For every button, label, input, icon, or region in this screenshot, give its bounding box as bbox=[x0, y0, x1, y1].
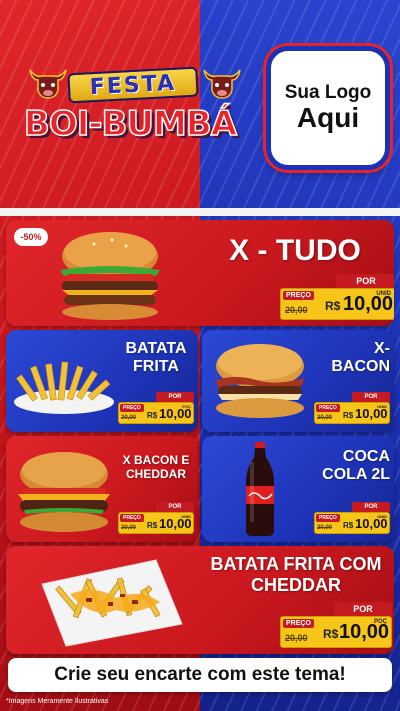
festa-banner: FESTA bbox=[67, 66, 199, 104]
festa-boi-bumba-logo: FESTA BOI-BUMBÁ bbox=[10, 60, 250, 160]
preco-label: PREÇO bbox=[120, 514, 144, 522]
product-name-line-1: BATATA bbox=[125, 340, 187, 357]
price-body: PREÇO 20,00 R$ 10,00 UNID bbox=[280, 288, 394, 320]
por-label: POR bbox=[156, 502, 194, 512]
price-unit: POÇ bbox=[373, 619, 387, 625]
por-label: POR bbox=[156, 392, 194, 402]
price-unit: UNID bbox=[377, 404, 387, 409]
por-label: POR bbox=[334, 602, 392, 616]
product-card-x-bacon-cheddar: X BACON E CHEDDAR POR PREÇO 20,00 R$ 10,… bbox=[6, 436, 198, 542]
logo-line-1: Sua Logo bbox=[284, 82, 372, 104]
price-unit: UNID bbox=[376, 291, 391, 297]
product-name-line-1: COCA bbox=[342, 448, 390, 465]
discount-badge: -50% bbox=[14, 228, 48, 246]
price-body: PREÇO 20,00 R$ 10,00 POÇ bbox=[280, 616, 392, 648]
price-unit: UNID bbox=[377, 514, 387, 519]
product-card-batata-frita: BATATA FRITA POR PREÇO 20,00 R$ 10,00 PO… bbox=[6, 330, 198, 432]
product-card-batata-cheddar: BATATA FRITA COM CHEDDAR POR PREÇO 20,00… bbox=[6, 546, 394, 654]
cta-banner[interactable]: Crie seu encarte com este tema! bbox=[8, 658, 392, 692]
burger-icon bbox=[18, 452, 110, 532]
price-body: PREÇO 20,00 R$ 10,00 UNID bbox=[314, 512, 390, 534]
old-price: 20,00 bbox=[121, 525, 137, 531]
product-name: X- BACON bbox=[314, 340, 390, 377]
price-tag: POR PREÇO 20,00 R$ 10,00 UNID bbox=[314, 502, 390, 534]
price-tag: POR PREÇO 20,00 R$ 10,00 POÇ bbox=[280, 602, 392, 648]
old-price: 20,00 bbox=[121, 415, 137, 421]
product-name-line-2: FRITA bbox=[133, 358, 179, 376]
price-body: PREÇO 20,00 R$ 10,00 POÇ bbox=[118, 402, 194, 424]
product-name-line-2: CHEDDAR bbox=[251, 574, 341, 595]
price-tag: POR PREÇO 20,00 R$ 10,00 POÇ bbox=[118, 392, 194, 424]
footnote: *Imagens Meramente Ilustrativas bbox=[6, 698, 109, 705]
product-name-line-2: BACON bbox=[331, 358, 390, 376]
preco-label: PREÇO bbox=[120, 404, 144, 412]
price-tag: POR PREÇO 20,00 R$ 10,00 UNID bbox=[280, 274, 394, 320]
bull-icon bbox=[29, 69, 67, 99]
product-name: X BACON E CHEDDAR bbox=[116, 453, 196, 482]
product-name: BATATA FRITA COM CHEDDAR bbox=[202, 554, 390, 595]
bull-icon bbox=[203, 69, 241, 99]
currency: R$ bbox=[343, 411, 354, 420]
product-name-line-1: X BACON E bbox=[122, 453, 190, 467]
product-name-line-2: CHEDDAR bbox=[126, 466, 186, 481]
price-body: PREÇO 20,00 R$ 10,00 UNID bbox=[118, 512, 194, 534]
product-name-line-1: BATATA FRITA COM bbox=[210, 554, 382, 574]
logo-placeholder: Sua Logo Aqui bbox=[266, 46, 390, 170]
price-tag: POR PREÇO 20,00 R$ 10,00 UNID bbox=[118, 502, 194, 534]
price-unit: POÇ bbox=[182, 404, 191, 409]
product-name-line-2: COLA 2L bbox=[322, 466, 390, 484]
currency: R$ bbox=[325, 299, 341, 313]
product-name-line-1: X- bbox=[374, 340, 390, 357]
burger-icon bbox=[216, 344, 304, 418]
old-price: 20,00 bbox=[317, 415, 333, 421]
boi-bumba-title: BOI-BUMBÁ bbox=[23, 103, 238, 145]
fries-icon bbox=[14, 361, 114, 414]
header-divider bbox=[0, 208, 400, 216]
por-label: POR bbox=[352, 392, 390, 402]
price-body: PREÇO 20,00 R$ 10,00 UNID bbox=[314, 402, 390, 424]
fries-icon bbox=[41, 559, 183, 647]
preco-label: PREÇO bbox=[283, 619, 314, 628]
burger-icon bbox=[60, 232, 160, 320]
soda-bottle-icon bbox=[246, 442, 274, 536]
logo-line-2: Aqui bbox=[296, 102, 360, 134]
product-card-coca-cola: COCA COLA 2L POR PREÇO 20,00 R$ 10,00 UN… bbox=[202, 436, 394, 542]
product-name: COCA COLA 2L bbox=[314, 448, 390, 485]
currency: R$ bbox=[147, 411, 158, 420]
product-name: BATATA FRITA bbox=[116, 340, 196, 377]
price-unit: UNID bbox=[181, 514, 191, 519]
product-card-x-tudo: -50% X - TUDO POR PREÇO 20,00 R$ 10,00 U… bbox=[6, 220, 394, 326]
currency: R$ bbox=[147, 521, 158, 530]
header: FESTA BOI-BUMBÁ Sua Logo Aqui bbox=[0, 0, 400, 212]
preco-label: PREÇO bbox=[316, 404, 340, 412]
currency: R$ bbox=[343, 521, 354, 530]
old-price: 20,00 bbox=[285, 633, 308, 643]
product-name: X - TUDO bbox=[229, 234, 361, 267]
currency: R$ bbox=[323, 627, 339, 641]
por-label: POR bbox=[352, 502, 390, 512]
preco-label: PREÇO bbox=[316, 514, 340, 522]
old-price: 20,00 bbox=[285, 305, 308, 315]
por-label: POR bbox=[336, 274, 394, 288]
old-price: 20,00 bbox=[317, 525, 333, 531]
price-tag: POR PREÇO 20,00 R$ 10,00 UNID bbox=[314, 392, 390, 424]
preco-label: PREÇO bbox=[283, 291, 314, 300]
festa-title: FESTA bbox=[89, 70, 177, 100]
product-card-x-bacon: X- BACON POR PREÇO 20,00 R$ 10,00 UNID bbox=[202, 330, 394, 432]
